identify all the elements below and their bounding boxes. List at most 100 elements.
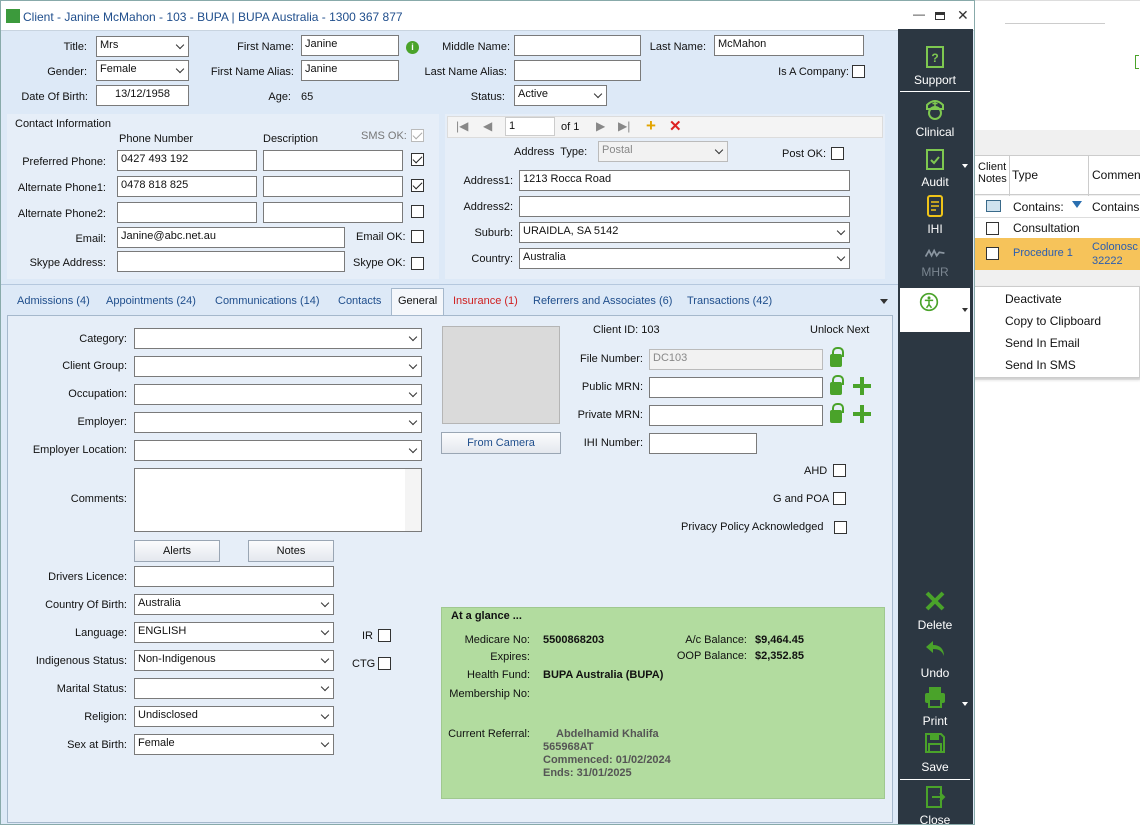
- address2-input[interactable]: [519, 196, 850, 217]
- audit-dropdown-icon[interactable]: [962, 164, 968, 168]
- minimize-button[interactable]: —: [913, 7, 925, 21]
- title-select[interactable]: Mrs: [96, 36, 189, 57]
- prev-record-icon[interactable]: ◀: [483, 119, 492, 133]
- accessibility-dropdown-icon[interactable]: [962, 308, 968, 312]
- record-number-input[interactable]: 1: [505, 117, 555, 136]
- print-button[interactable]: Print: [899, 685, 971, 728]
- gender-select[interactable]: Female: [96, 60, 189, 81]
- delete-button[interactable]: Delete: [899, 589, 971, 632]
- add-public-mrn-icon[interactable]: [853, 377, 871, 395]
- alt1-desc-input[interactable]: [263, 176, 403, 197]
- ihi-number-input[interactable]: [649, 433, 757, 454]
- tab-transactions[interactable]: Transactions (42): [687, 292, 772, 314]
- tab-admissions[interactable]: Admissions (4): [17, 292, 90, 314]
- public-mrn-lock-icon[interactable]: [830, 375, 844, 395]
- menu-send-email[interactable]: Send In Email: [1005, 336, 1080, 350]
- last-name-input[interactable]: McMahon: [714, 35, 864, 56]
- row-checkbox[interactable]: [986, 222, 999, 235]
- category-select[interactable]: [134, 328, 422, 349]
- alt2-desc-input[interactable]: [263, 202, 403, 223]
- country-of-birth-select[interactable]: Australia: [134, 594, 334, 615]
- last-record-icon[interactable]: ▶|: [618, 119, 630, 133]
- skype-input[interactable]: [117, 251, 345, 272]
- next-record-icon[interactable]: ▶: [596, 119, 605, 133]
- row-checkbox[interactable]: [986, 247, 999, 260]
- first-alias-input[interactable]: Janine: [301, 60, 399, 81]
- grid-row-selected[interactable]: Procedure 1 Colonosc 32222: [975, 238, 1140, 270]
- tab-general[interactable]: General: [398, 292, 437, 314]
- employer-select[interactable]: [134, 412, 422, 433]
- middle-name-input[interactable]: [514, 35, 641, 56]
- filter-icon[interactable]: [1072, 201, 1082, 208]
- from-camera-button[interactable]: From Camera: [441, 432, 561, 454]
- menu-send-sms[interactable]: Send In SMS: [1005, 358, 1076, 372]
- skype-ok-checkbox[interactable]: [411, 257, 424, 270]
- tab-contacts[interactable]: Contacts: [338, 292, 381, 314]
- add-private-mrn-icon[interactable]: [853, 405, 871, 423]
- filter-comments[interactable]: Contains:: [1092, 200, 1140, 214]
- first-record-icon[interactable]: |◀: [456, 119, 468, 133]
- religion-select[interactable]: Undisclosed: [134, 706, 334, 727]
- grid-row[interactable]: Consultation: [975, 218, 1140, 238]
- last-alias-input[interactable]: [514, 60, 641, 81]
- private-mrn-lock-icon[interactable]: [830, 403, 844, 423]
- private-mrn-input[interactable]: [649, 405, 823, 426]
- menu-deactivate[interactable]: Deactivate: [1005, 292, 1062, 306]
- email-input[interactable]: Janine@abc.net.au: [117, 227, 345, 248]
- comments-textarea[interactable]: [134, 468, 422, 532]
- first-name-input[interactable]: Janine: [301, 35, 399, 56]
- alt2-sms-checkbox[interactable]: [411, 205, 424, 218]
- note-edit-icon[interactable]: [986, 200, 1001, 212]
- unlock-next-link[interactable]: Unlock Next: [810, 324, 869, 336]
- client-group-select[interactable]: [134, 356, 422, 377]
- alt-phone2-input[interactable]: [117, 202, 257, 223]
- col-comments[interactable]: Comment: [1092, 168, 1140, 182]
- public-mrn-input[interactable]: [649, 377, 823, 398]
- status-select[interactable]: Active: [514, 85, 607, 106]
- email-ok-checkbox[interactable]: [411, 230, 424, 243]
- tab-appointments[interactable]: Appointments (24): [106, 292, 196, 314]
- audit-button[interactable]: Audit: [899, 147, 971, 189]
- tab-referrers[interactable]: Referrers and Associates (6): [533, 292, 672, 314]
- close-button[interactable]: Close: [899, 785, 971, 824]
- dob-input[interactable]: 13/12/1958: [96, 85, 189, 106]
- ahd-checkbox[interactable]: [833, 464, 846, 477]
- post-ok-checkbox[interactable]: [831, 147, 844, 160]
- ir-checkbox[interactable]: [378, 629, 391, 642]
- clinical-button[interactable]: Clinical: [899, 97, 971, 139]
- tab-overflow-icon[interactable]: [880, 299, 888, 304]
- menu-copy-clipboard[interactable]: Copy to Clipboard: [1005, 314, 1101, 328]
- delete-address-icon[interactable]: ✕: [669, 117, 682, 135]
- employer-location-select[interactable]: [134, 440, 422, 461]
- tab-insurance[interactable]: Insurance (1): [453, 292, 518, 314]
- undo-button[interactable]: Undo: [899, 637, 971, 680]
- address1-input[interactable]: 1213 Rocca Road: [519, 170, 850, 191]
- notes-button[interactable]: Notes: [248, 540, 334, 562]
- filter-type[interactable]: Contains:: [1013, 200, 1064, 214]
- suburb-select[interactable]: URAIDLA, SA 5142: [519, 222, 850, 243]
- tab-communications[interactable]: Communications (14): [215, 292, 320, 314]
- privacy-policy-checkbox[interactable]: [834, 521, 847, 534]
- alerts-button[interactable]: Alerts: [134, 540, 220, 562]
- preferred-phone-input[interactable]: 0427 493 192: [117, 150, 257, 171]
- col-client-notes[interactable]: Client Notes: [978, 161, 1010, 185]
- drivers-licence-input[interactable]: [134, 566, 334, 587]
- maximize-button[interactable]: [935, 12, 945, 20]
- file-number-input[interactable]: DC103: [649, 349, 823, 370]
- g-and-poa-checkbox[interactable]: [833, 492, 846, 505]
- preferred-desc-input[interactable]: [263, 150, 403, 171]
- address-type-select[interactable]: Postal: [598, 141, 728, 162]
- comments-scrollbar[interactable]: [405, 469, 421, 531]
- language-select[interactable]: ENGLISH: [134, 622, 334, 643]
- preferred-sms-checkbox[interactable]: [411, 153, 424, 166]
- accessibility-button[interactable]: [900, 288, 970, 332]
- info-icon[interactable]: i: [406, 41, 419, 54]
- indigenous-status-select[interactable]: Non-Indigenous: [134, 650, 334, 671]
- file-lock-icon[interactable]: [830, 347, 844, 367]
- support-button[interactable]: ? Support: [899, 45, 971, 87]
- add-address-icon[interactable]: +: [646, 116, 656, 136]
- save-button[interactable]: Save: [899, 731, 971, 774]
- occupation-select[interactable]: [134, 384, 422, 405]
- country-select[interactable]: Australia: [519, 248, 850, 269]
- alt1-sms-checkbox[interactable]: [411, 179, 424, 192]
